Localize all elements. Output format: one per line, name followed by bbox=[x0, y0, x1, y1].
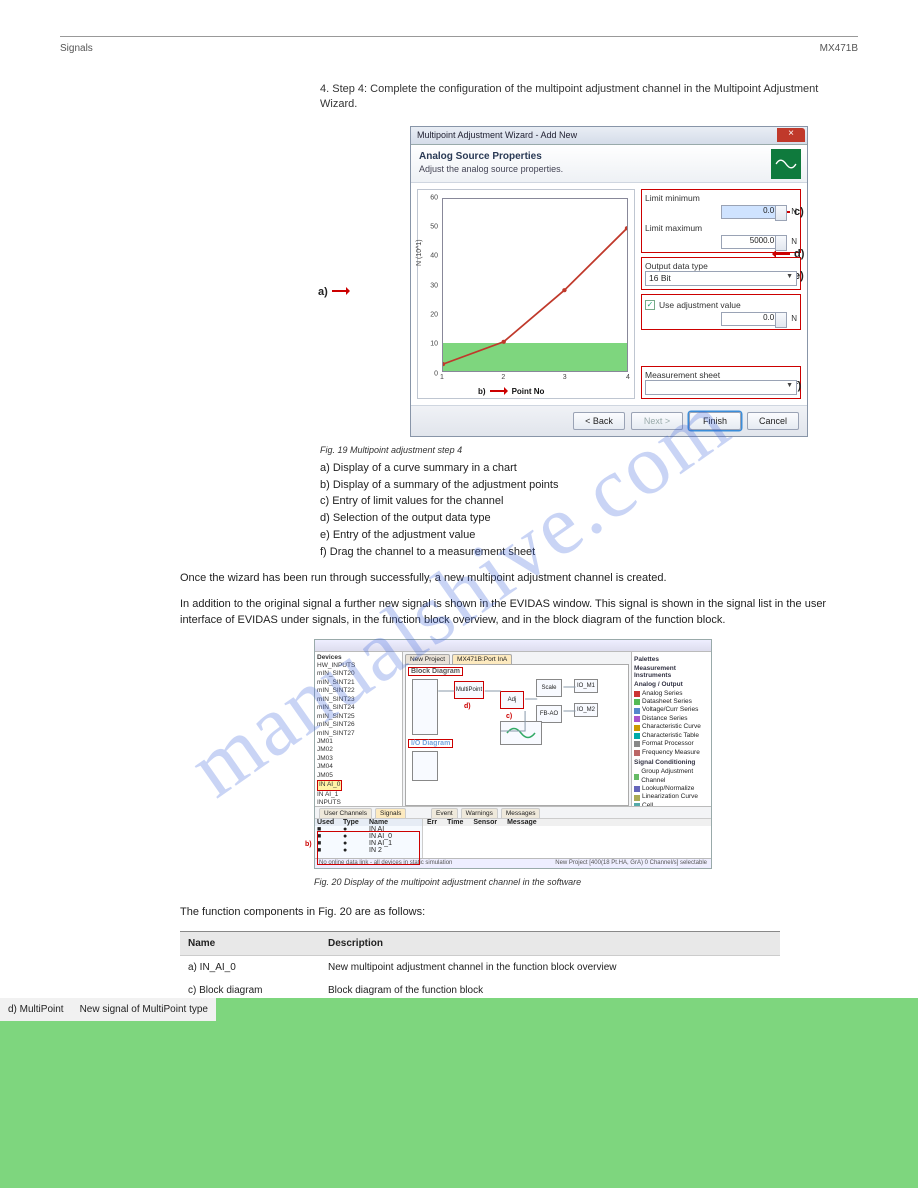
signal-list[interactable]: Used Type Name ■●IN AI■●IN AI_0■●IN AI_1… bbox=[315, 819, 423, 858]
dialog-title: Multipoint Adjustment Wizard - Add New bbox=[417, 130, 577, 140]
measurement-sheet-select[interactable] bbox=[645, 380, 797, 395]
adjustment-chart: 605040 3020100 N (10^1) 1234 bbox=[417, 189, 635, 399]
chart-ylabel: N (10^1) bbox=[416, 239, 423, 266]
hw-tree[interactable]: Devices HW_INPUTS mIN_SINT20 mIN_SINT21 … bbox=[315, 652, 403, 806]
close-icon[interactable]: × bbox=[777, 128, 805, 142]
next-button[interactable]: Next > bbox=[631, 412, 683, 430]
tab-fb[interactable]: MX471B:Port InA bbox=[452, 654, 512, 664]
limit-min-input[interactable]: 0.0 bbox=[721, 205, 777, 219]
tab-event[interactable]: Event bbox=[431, 808, 458, 818]
section-label: Signals bbox=[60, 43, 93, 54]
limit-max-input[interactable]: 5000.0 bbox=[721, 235, 777, 249]
paragraph-result: Once the wizard has been run through suc… bbox=[180, 571, 858, 587]
io-panel-block[interactable] bbox=[412, 751, 438, 781]
evidas-ide: Devices HW_INPUTS mIN_SINT20 mIN_SINT21 … bbox=[314, 639, 712, 869]
dialog-heading: Analog Source Properties bbox=[419, 151, 799, 162]
chart-xlabel: Point No bbox=[512, 387, 545, 396]
figure-19-caption: Fig. 19 Multipoint adjustment step 4 bbox=[320, 445, 858, 455]
components-table: Name Description a) IN_AI_0New multipoin… bbox=[180, 931, 780, 1002]
figure-20-caption: Fig. 20 Display of the multipoint adjust… bbox=[314, 877, 858, 887]
palette-panel[interactable]: Palettes Measurement InstrumentsAnalog /… bbox=[631, 652, 711, 806]
block-diagram-canvas[interactable]: Block Diagram I/O Diagram MultiPoint d) … bbox=[405, 664, 629, 806]
tab-warnings[interactable]: Warnings bbox=[461, 808, 498, 818]
analog-wave-icon bbox=[771, 149, 801, 179]
use-adjustment-checkbox[interactable]: ✓ bbox=[645, 300, 655, 310]
anno-b-ide: b) bbox=[305, 841, 312, 848]
tab-signals[interactable]: Signals bbox=[375, 808, 406, 818]
page-header: Signals MX471B bbox=[60, 43, 858, 54]
cancel-button[interactable]: Cancel bbox=[747, 412, 799, 430]
tab-user-channels[interactable]: User Channels bbox=[319, 808, 372, 818]
paragraph-signal: In addition to the original signal a fur… bbox=[180, 597, 858, 629]
dialog-subheading: Adjust the analog source properties. bbox=[419, 164, 799, 174]
anno-b: b) bbox=[478, 387, 486, 396]
back-button[interactable]: < Back bbox=[573, 412, 625, 430]
step4-lead: 4. Step 4: Complete the configuration of… bbox=[320, 82, 858, 112]
anno-a: a) bbox=[318, 286, 354, 298]
output-type-select[interactable]: 16 Bit bbox=[645, 271, 797, 286]
finish-button[interactable]: Finish bbox=[689, 412, 741, 430]
tab-messages[interactable]: Messages bbox=[501, 808, 541, 818]
multipoint-wizard-dialog: Multipoint Adjustment Wizard - Add New ×… bbox=[410, 126, 808, 437]
adjustment-value-input[interactable]: 0.0 bbox=[721, 312, 777, 326]
figure-19: a) c) d) e) f) Multipoint Adjustment Wiz… bbox=[60, 126, 858, 437]
tab-new-project[interactable]: New Project bbox=[405, 654, 450, 664]
dialog-titlebar[interactable]: Multipoint Adjustment Wizard - Add New × bbox=[411, 127, 807, 145]
